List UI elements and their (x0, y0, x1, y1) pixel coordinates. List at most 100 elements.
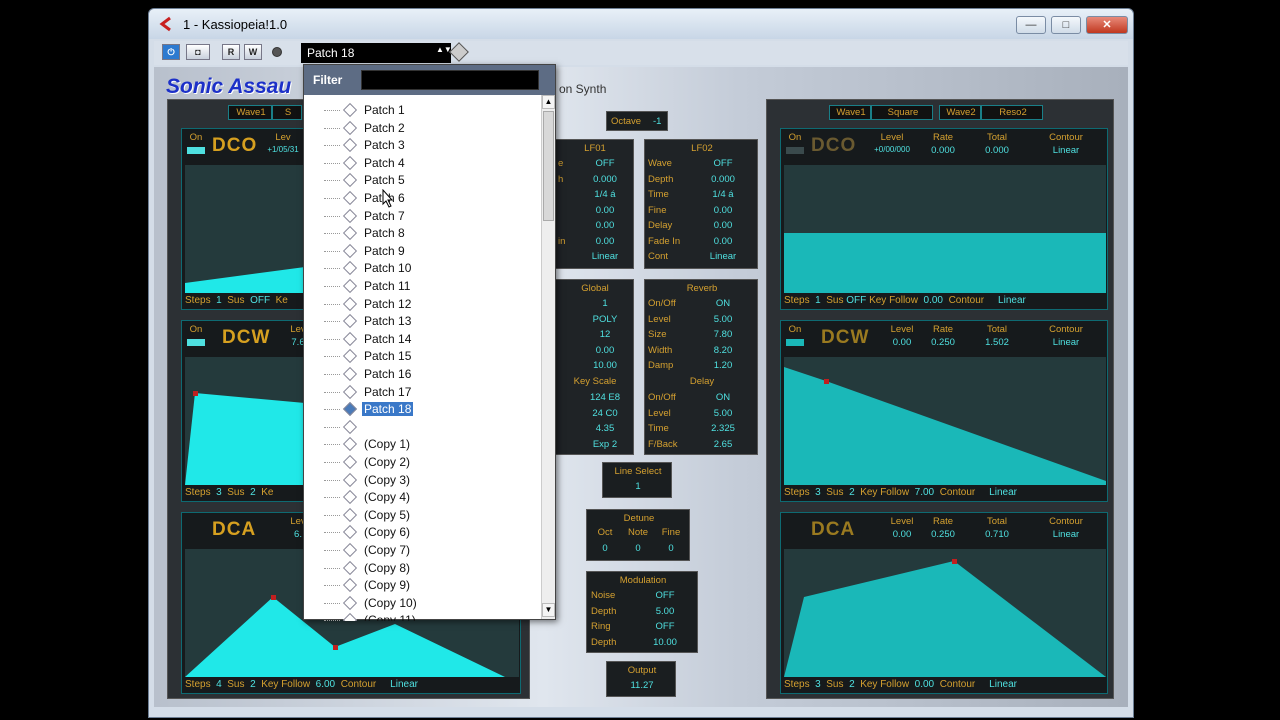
write-automation-button[interactable]: W (244, 44, 262, 60)
scroll-up-icon[interactable]: ▲ (542, 95, 555, 109)
dco-on-toggle-right[interactable] (786, 147, 804, 154)
dco-on-toggle[interactable] (187, 147, 205, 154)
dca-rate-value-right[interactable]: 0.250 (923, 529, 963, 540)
lfo2-row-value[interactable]: 1/4 á (693, 189, 753, 200)
modulation-row-value[interactable]: 10.00 (637, 637, 693, 648)
reverb-row-value[interactable]: 8.20 (693, 345, 753, 356)
dcw-rate-value-right[interactable]: 0.250 (923, 337, 963, 348)
preset-list-item[interactable]: Patch 17 (304, 384, 540, 401)
dco-contour-value-right[interactable]: Linear (1031, 145, 1101, 156)
dca-envelope-graph-right[interactable] (784, 549, 1106, 677)
dca-contour-value-right[interactable]: Linear (1031, 529, 1101, 540)
lfo1-row-value[interactable]: 0.00 (579, 205, 631, 216)
preset-list-item[interactable]: (Copy 4) (304, 489, 540, 506)
detune-oct-value[interactable]: 0 (591, 543, 619, 554)
global-row-value[interactable]: 1 (579, 298, 631, 309)
preset-list-item[interactable]: (Copy 1) (304, 436, 540, 453)
global-row-value[interactable]: 12 (579, 329, 631, 340)
preset-spinner-icon[interactable]: ▲▼ (436, 45, 452, 61)
detune-fine-value[interactable]: 0 (657, 543, 685, 554)
preset-list-item[interactable]: Patch 9 (304, 243, 540, 260)
preset-list-item[interactable]: (Copy 8) (304, 560, 540, 577)
close-button[interactable]: ✕ (1086, 16, 1128, 34)
preset-list-item[interactable]: (Copy 2) (304, 454, 540, 471)
bypass-button[interactable]: ◘ (186, 44, 210, 60)
preset-list-item[interactable]: (Copy 6) (304, 524, 540, 541)
preset-list-item[interactable]: Patch 6 (304, 190, 540, 207)
line-select-value[interactable]: 1 (603, 481, 673, 492)
wave1-value-right[interactable]: Square (874, 107, 932, 118)
global-row-value[interactable]: POLY (579, 314, 631, 325)
octave-value[interactable]: -1 (653, 116, 661, 127)
dcw-level-value-right[interactable]: 0.00 (887, 337, 917, 348)
preset-list-item[interactable]: Patch 15 (304, 348, 540, 365)
keyscale-row-value[interactable]: 24 C0 (579, 408, 631, 419)
lfo1-row-value[interactable]: 0.00 (579, 220, 631, 231)
dca-total-value-right[interactable]: 0.710 (977, 529, 1017, 540)
lfo1-row-value[interactable]: Linear (579, 251, 631, 262)
reverb-row-value[interactable]: ON (693, 298, 753, 309)
preset-list-item[interactable]: Patch 4 (304, 155, 540, 172)
preset-list-item[interactable]: Patch 14 (304, 331, 540, 348)
preset-list-item[interactable]: Patch 5 (304, 172, 540, 189)
preset-list-scrollbar[interactable]: ▲ ▼ (541, 95, 555, 619)
lfo2-row-value[interactable]: OFF (693, 158, 753, 169)
global-row-value[interactable]: 10.00 (579, 360, 631, 371)
dcw-on-toggle[interactable] (187, 339, 205, 346)
filter-input[interactable] (361, 70, 539, 90)
octave-box[interactable]: Octave -1 (606, 111, 668, 131)
lfo1-row-value[interactable]: 0.000 (579, 174, 631, 185)
lfo2-row-value[interactable]: 0.000 (693, 174, 753, 185)
preset-list-item[interactable]: Patch 1 (304, 102, 540, 119)
preset-list-item[interactable]: (Copy 11) (304, 612, 540, 621)
global-row-value[interactable]: 0.00 (579, 345, 631, 356)
preset-list-item[interactable]: Patch 11 (304, 278, 540, 295)
preset-list-item[interactable]: Patch 16 (304, 366, 540, 383)
lfo2-row-value[interactable]: 0.00 (693, 220, 753, 231)
dcw-on-toggle-right[interactable] (786, 339, 804, 346)
dco-level-value-right[interactable]: +0/00/000 (867, 145, 917, 154)
output-box[interactable]: Output 11.27 (606, 661, 676, 697)
keyscale-row-value[interactable]: Exp 2 (579, 439, 631, 450)
reverb-row-value[interactable]: 7.80 (693, 329, 753, 340)
modulation-row-value[interactable]: OFF (637, 621, 693, 632)
scroll-thumb[interactable] (543, 111, 554, 221)
keyscale-row-value[interactable]: 124 E8 (579, 392, 631, 403)
line-select-box[interactable]: Line Select 1 (602, 462, 672, 498)
minimize-button[interactable]: — (1016, 16, 1046, 34)
preset-list-item[interactable]: Patch 12 (304, 296, 540, 313)
read-automation-button[interactable]: R (222, 44, 240, 60)
dca-level-value-right[interactable]: 0.00 (887, 529, 917, 540)
reverb-row-value[interactable]: 1.20 (693, 360, 753, 371)
keyscale-row-value[interactable]: 4.35 (579, 423, 631, 434)
delay-row-value[interactable]: 2.65 (693, 439, 753, 450)
dco-rate-value-right[interactable]: 0.000 (923, 145, 963, 156)
delay-row-value[interactable]: 2.325 (693, 423, 753, 434)
title-bar[interactable]: 1 - Kassiopeia!1.0 — □ ✕ (149, 9, 1133, 39)
output-value[interactable]: 11.27 (607, 680, 677, 691)
delay-row-value[interactable]: ON (693, 392, 753, 403)
preset-selector[interactable]: Patch 18 (301, 43, 451, 63)
lfo2-row-value[interactable]: 0.00 (693, 205, 753, 216)
lfo1-row-value[interactable]: 0.00 (579, 236, 631, 247)
preset-list-item[interactable]: (Copy 9) (304, 577, 540, 594)
preset-browser-icon[interactable] (449, 42, 469, 62)
preset-list-item[interactable]: Patch 3 (304, 137, 540, 154)
lfo2-row-value[interactable]: Linear (693, 251, 753, 262)
dcw-envelope-graph-right[interactable] (784, 357, 1106, 485)
modulation-row-value[interactable]: OFF (637, 590, 693, 601)
preset-list-item[interactable]: Patch 2 (304, 120, 540, 137)
preset-list-item[interactable]: Patch 10 (304, 260, 540, 277)
modulation-row-value[interactable]: 5.00 (637, 606, 693, 617)
preset-list-item[interactable]: (Copy 5) (304, 507, 540, 524)
preset-list-item[interactable]: (Copy 3) (304, 472, 540, 489)
dco-level-value[interactable]: +1/05/31 (258, 145, 308, 154)
preset-list-item[interactable]: Patch 13 (304, 313, 540, 330)
lfo2-row-value[interactable]: 0.00 (693, 236, 753, 247)
lfo1-row-value[interactable]: OFF (579, 158, 631, 169)
dco-envelope-graph-right[interactable] (784, 165, 1106, 293)
preset-list-item[interactable]: Patch 8 (304, 225, 540, 242)
lfo1-row-value[interactable]: 1/4 á (579, 189, 631, 200)
dcw-total-value-right[interactable]: 1.502 (977, 337, 1017, 348)
reverb-row-value[interactable]: 5.00 (693, 314, 753, 325)
